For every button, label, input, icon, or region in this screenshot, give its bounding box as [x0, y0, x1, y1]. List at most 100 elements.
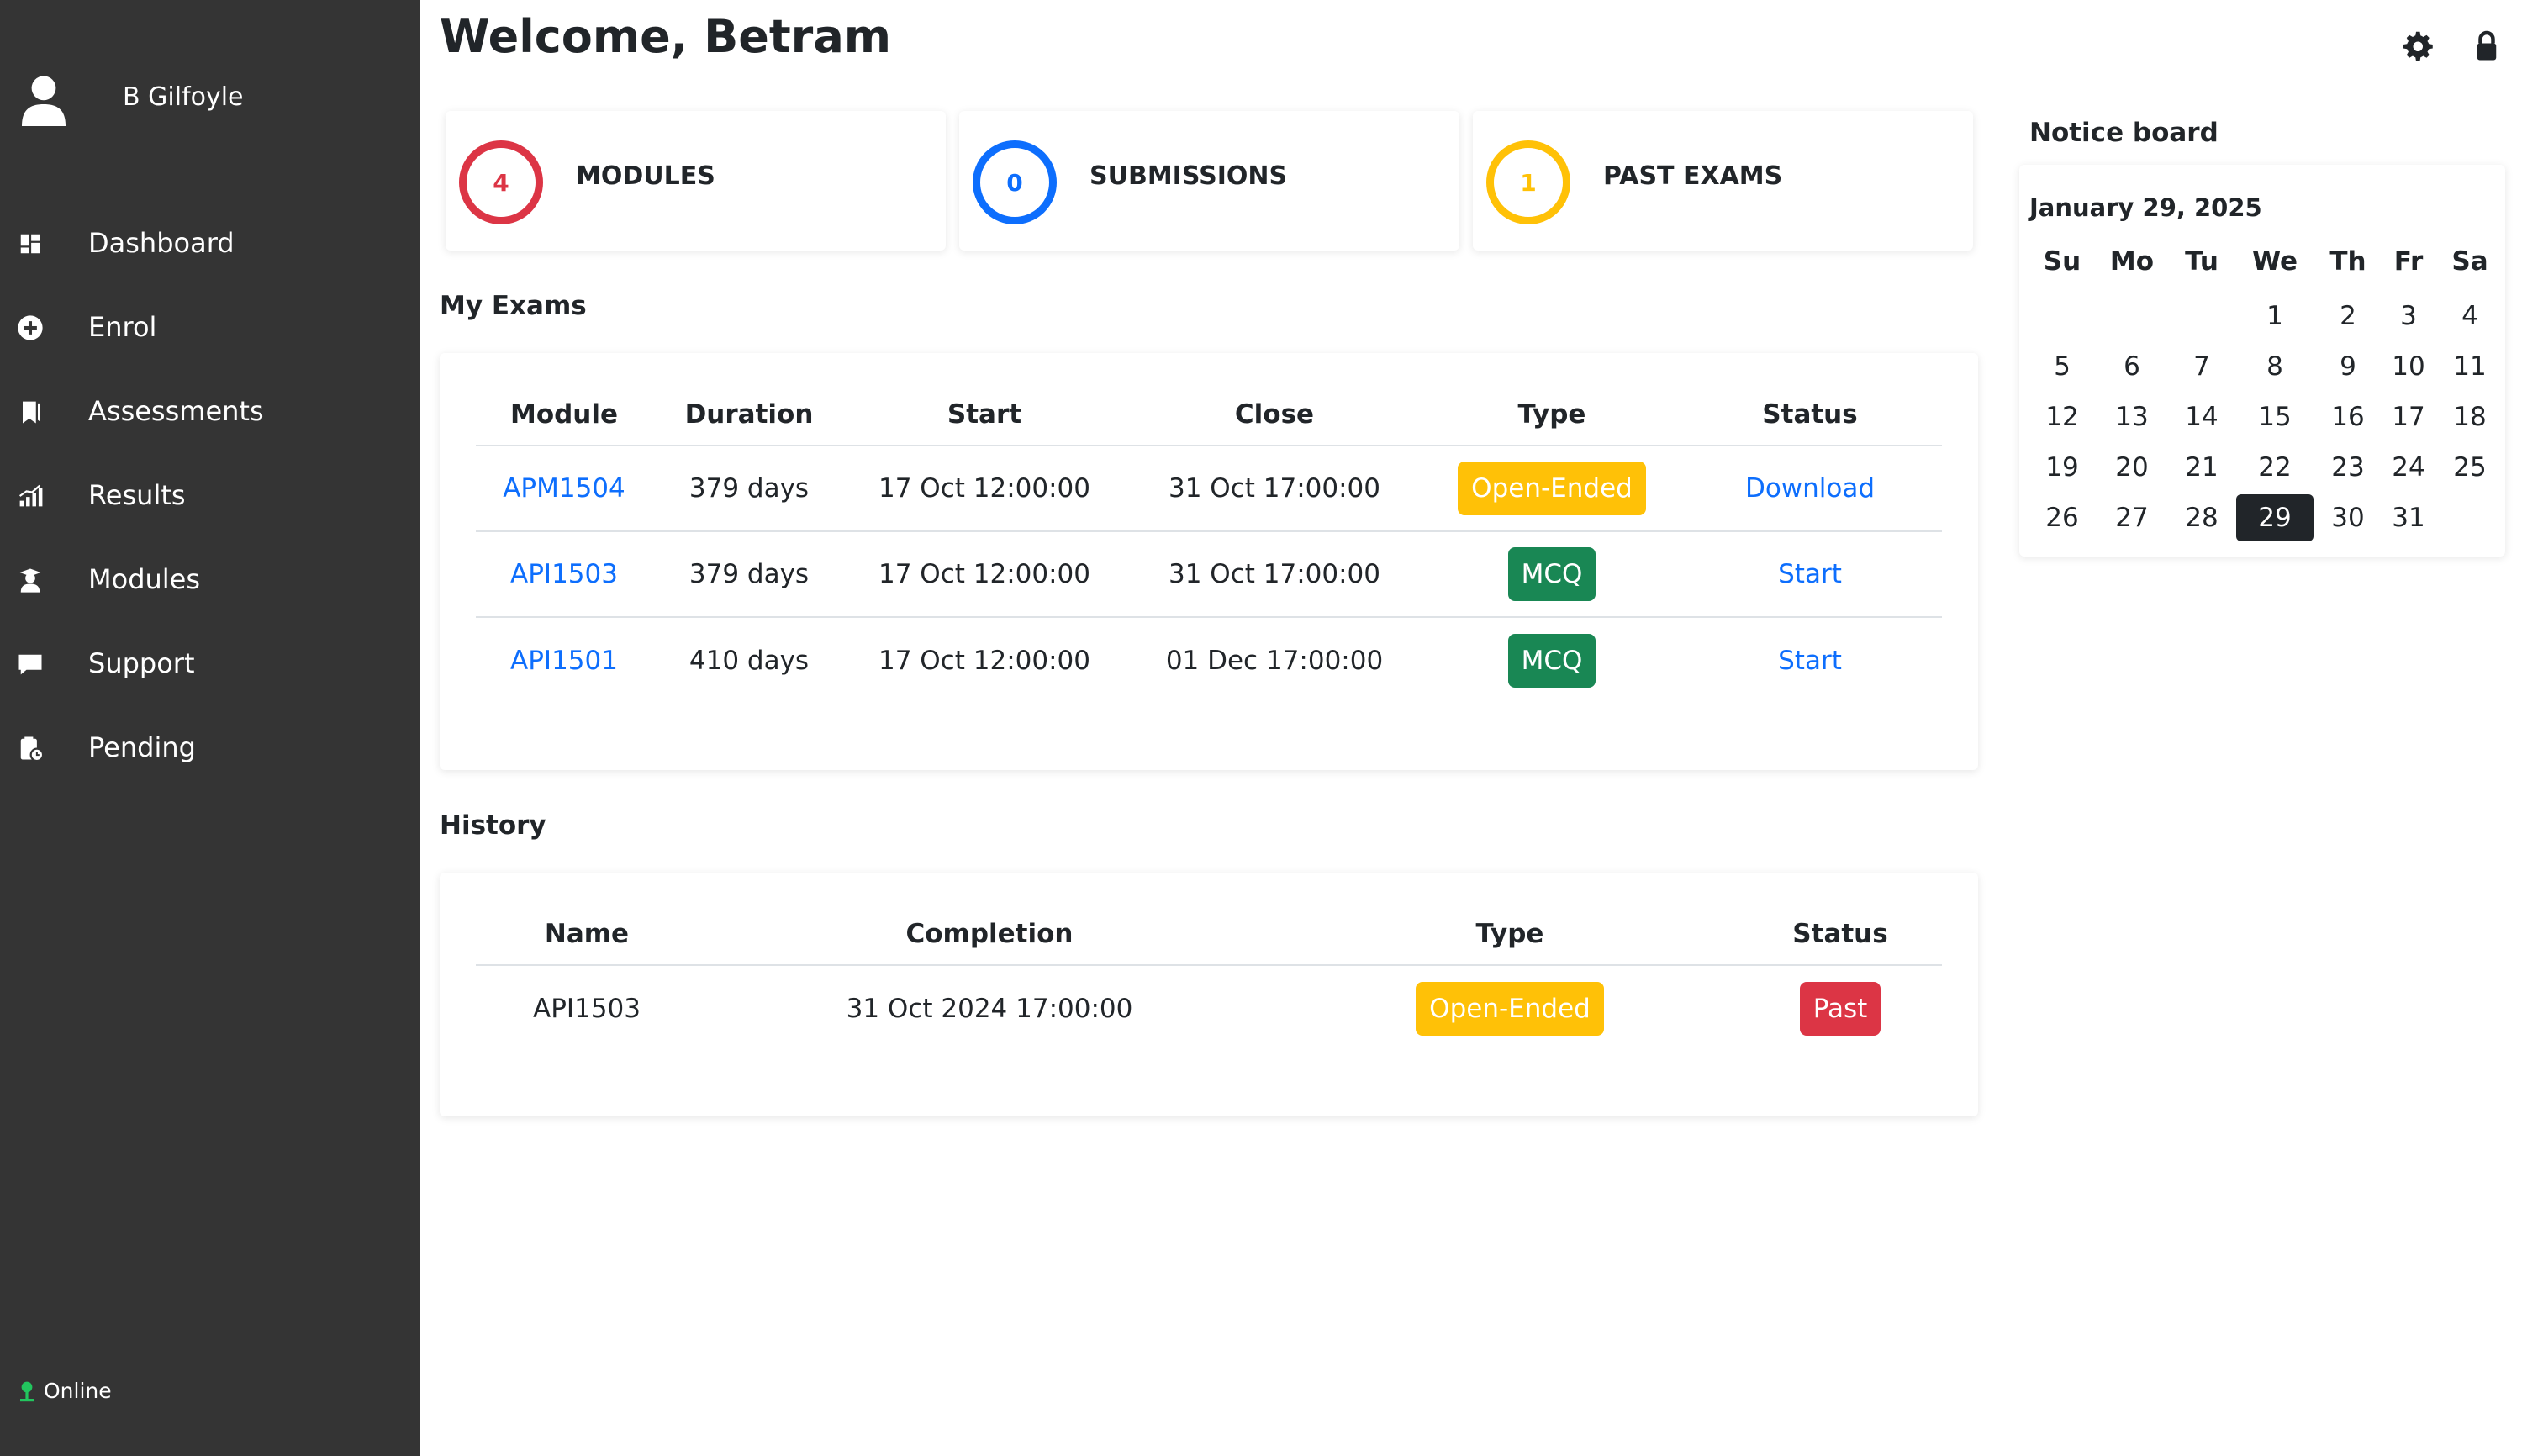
calendar-day[interactable]: 4 — [2435, 291, 2505, 341]
gear-icon[interactable] — [2400, 29, 2434, 62]
type-badge: MCQ — [1507, 547, 1596, 601]
calendar-day[interactable]: 5 — [2028, 341, 2097, 392]
completion-cell: 31 Oct 2024 17:00:00 — [846, 993, 1133, 1024]
module-link[interactable]: API1501 — [510, 646, 618, 676]
calendar-day[interactable]: 2 — [2314, 291, 2382, 341]
calendar-weekday: Tu — [2185, 246, 2219, 277]
calendar-day[interactable]: 28 — [2167, 493, 2236, 543]
calendar-day[interactable]: 14 — [2167, 392, 2236, 442]
calendar-day[interactable]: 8 — [2236, 341, 2314, 392]
column-header: Completion — [698, 873, 1281, 966]
stat-label: SUBMISSIONS — [1090, 161, 1288, 191]
dashboard-icon — [20, 234, 40, 254]
sidebar-item-enrol[interactable]: Enrol — [0, 294, 420, 361]
stat-count: 1 — [1486, 140, 1570, 224]
calendar-day-today[interactable]: 29 — [2236, 494, 2314, 541]
download-link[interactable]: Download — [1745, 473, 1875, 504]
lock-icon[interactable] — [2470, 29, 2504, 62]
online-status: Online — [17, 1379, 112, 1404]
table-row: API1501 410 days 17 Oct 12:00:00 01 Dec … — [476, 617, 1942, 703]
calendar-weekday: Fr — [2393, 246, 2424, 277]
calendar-day[interactable]: 1 — [2236, 291, 2314, 341]
calendar-weekday: Sa — [2451, 246, 2488, 277]
calendar-day[interactable]: 19 — [2028, 442, 2097, 493]
calendar-day[interactable]: 25 — [2435, 442, 2505, 493]
notice-board-title: Notice board — [2029, 118, 2219, 148]
calendar-day[interactable]: 11 — [2435, 341, 2505, 392]
calendar-day[interactable]: 12 — [2028, 392, 2097, 442]
calendar-day[interactable]: 7 — [2167, 341, 2236, 392]
chat-icon — [18, 654, 42, 675]
calendar-day[interactable]: 10 — [2382, 341, 2435, 392]
page-title: Welcome, Betram — [440, 10, 892, 63]
person-online-icon — [20, 1381, 34, 1402]
sidebar-item-results[interactable]: Results — [0, 462, 420, 530]
calendar-day[interactable]: 16 — [2314, 392, 2382, 442]
calendar-day[interactable]: 26 — [2028, 493, 2097, 543]
calendar-day[interactable]: 23 — [2314, 442, 2382, 493]
stat-card-submissions[interactable]: 0 SUBMISSIONS — [959, 111, 1459, 251]
calendar-day[interactable]: 9 — [2314, 341, 2382, 392]
sidebar-item-label: Results — [88, 479, 186, 511]
user-icon — [22, 76, 66, 126]
sidebar-item-dashboard[interactable]: Dashboard — [0, 210, 420, 277]
calendar-day[interactable]: 17 — [2382, 392, 2435, 442]
sidebar-item-support[interactable]: Support — [0, 630, 420, 698]
column-header: Start — [846, 353, 1123, 446]
calendar-weekday: Mo — [2109, 246, 2155, 277]
sidebar: B Gilfoyle Dashboard Enrol Assessments R… — [0, 0, 420, 1456]
type-badge: MCQ — [1507, 633, 1596, 688]
stat-count: 4 — [459, 140, 543, 224]
sidebar-item-modules[interactable]: Modules — [0, 546, 420, 614]
history-table: Name Completion Type Status API1503 31 O… — [476, 873, 1942, 1051]
my-exams-panel: Module Duration Start Close Type Status … — [440, 353, 1978, 770]
calendar-day[interactable]: 31 — [2382, 493, 2435, 543]
table-header-row: Module Duration Start Close Type Status — [476, 353, 1942, 446]
type-badge: Open-Ended — [1458, 462, 1646, 515]
calendar-weekday: Th — [2329, 246, 2366, 277]
my-exams-table: Module Duration Start Close Type Status … — [476, 353, 1942, 703]
calendar-empty-cell — [2097, 291, 2167, 341]
sidebar-item-label: Support — [88, 647, 195, 679]
column-header: Close — [1123, 353, 1426, 446]
calendar-day[interactable]: 15 — [2236, 392, 2314, 442]
my-exams-title: My Exams — [440, 291, 587, 321]
calendar-day[interactable]: 20 — [2097, 442, 2167, 493]
start-link[interactable]: Start — [1778, 559, 1842, 589]
clipboard-clock-icon — [20, 736, 45, 762]
column-header: Duration — [652, 353, 846, 446]
close-cell: 01 Dec 17:00:00 — [1165, 645, 1384, 676]
calendar-day[interactable]: 18 — [2435, 392, 2505, 442]
start-link[interactable]: Start — [1778, 646, 1842, 676]
table-row: APM1504 379 days 17 Oct 12:00:00 31 Oct … — [476, 446, 1942, 532]
calendar-day[interactable]: 13 — [2097, 392, 2167, 442]
module-link[interactable]: APM1504 — [503, 473, 625, 504]
stat-label: MODULES — [576, 161, 715, 191]
plus-circle-icon — [18, 315, 43, 340]
calendar-day[interactable]: 21 — [2167, 442, 2236, 493]
user-profile[interactable]: B Gilfoyle — [0, 59, 420, 143]
calendar-empty-cell — [2167, 291, 2236, 341]
sidebar-item-label: Enrol — [88, 311, 157, 343]
online-status-label: Online — [44, 1379, 112, 1403]
start-cell: 17 Oct 12:00:00 — [846, 446, 1123, 532]
calendar-day[interactable]: 22 — [2236, 442, 2314, 493]
calendar-day[interactable]: 3 — [2382, 291, 2435, 341]
bookmarks-icon — [23, 401, 40, 424]
start-cell: 17 Oct 12:00:00 — [846, 531, 1123, 618]
calendar-day[interactable]: 24 — [2382, 442, 2435, 493]
history-panel: Name Completion Type Status API1503 31 O… — [440, 873, 1978, 1116]
table-row: API1503 379 days 17 Oct 12:00:00 31 Oct … — [476, 531, 1942, 618]
sidebar-item-pending[interactable]: Pending — [0, 715, 420, 782]
stat-card-past-exams[interactable]: 1 PAST EXAMS — [1473, 111, 1973, 251]
calendar-day[interactable]: 30 — [2314, 493, 2382, 543]
start-cell: 17 Oct 12:00:00 — [878, 645, 1090, 676]
sidebar-item-assessments[interactable]: Assessments — [0, 378, 420, 446]
calendar-day[interactable]: 27 — [2097, 493, 2167, 543]
module-link[interactable]: API1503 — [510, 559, 618, 589]
column-header: Type — [1426, 353, 1678, 446]
stat-card-modules[interactable]: 4 MODULES — [446, 111, 946, 251]
calendar-day[interactable]: 6 — [2097, 341, 2167, 392]
column-header: Status — [1738, 873, 1942, 966]
column-header: Type — [1281, 873, 1738, 966]
